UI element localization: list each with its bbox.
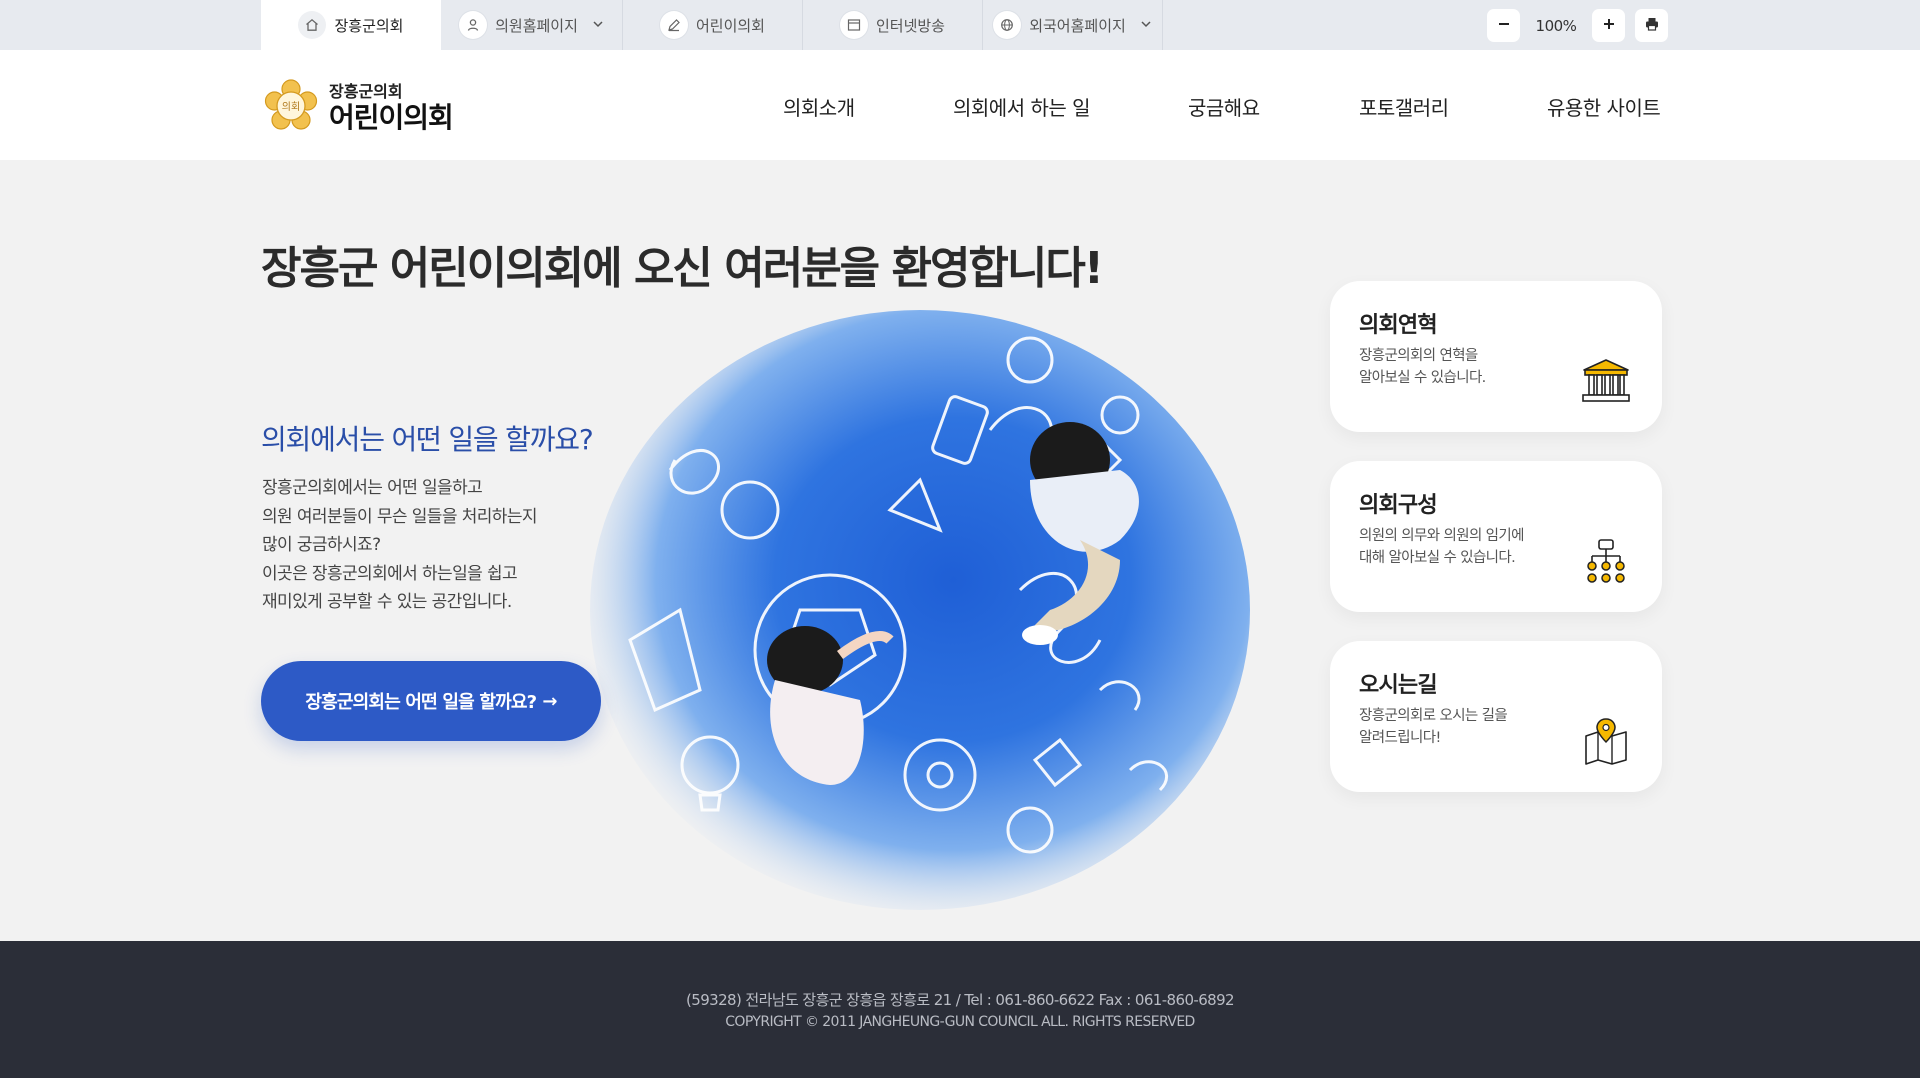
- nav-useful-sites[interactable]: 유용한 사이트: [1547, 92, 1661, 121]
- tab-label: 장흥군의회: [334, 16, 404, 35]
- site-header: 의회 장흥군의회 어린이의회 의회소개 의회에서 하는 일 궁금해요 포토갤러리…: [0, 50, 1920, 160]
- tab-label: 의원홈페이지: [495, 16, 578, 35]
- footer-address: (59328) 전라남도 장흥군 장흥읍 장흥로 21 / Tel : 061-…: [686, 991, 1235, 1009]
- intro-line: 장흥군의회에서는 어떤 일을하고: [262, 478, 483, 498]
- hero-illustration: [560, 310, 1260, 910]
- arrow-right-icon: →: [542, 690, 557, 712]
- intro-line: 재미있게 공부할 수 있는 공간입니다.: [262, 592, 512, 612]
- tab-label: 인터넷방송: [875, 16, 945, 35]
- intro-line: 의원 여러분들이 무슨 일들을 처리하는지: [262, 506, 538, 527]
- nav-council-intro[interactable]: 의회소개: [783, 92, 855, 121]
- tab-foreign-language[interactable]: 외국어홈페이지: [983, 0, 1163, 50]
- nav-photo-gallery[interactable]: 포토갤러리: [1359, 92, 1449, 121]
- globe-icon: [993, 11, 1022, 39]
- site-footer: (59328) 전라남도 장흥군 장흥읍 장흥로 21 / Tel : 061-…: [0, 941, 1920, 1078]
- print-button[interactable]: [1635, 9, 1668, 42]
- utility-bar: 장흥군의회 의원홈페이지 어린이의회 인터넷방송 외국어홈페이지 100%: [0, 0, 1920, 50]
- card-desc-line: 알아보실 수 있습니다.: [1359, 370, 1486, 386]
- card-title: 의회구성: [1359, 493, 1438, 518]
- printer-icon: [1644, 16, 1660, 36]
- nav-faq[interactable]: 궁금해요: [1188, 92, 1260, 121]
- cta-label: 장흥군의회는 어떤 일을 할까요?: [305, 692, 537, 713]
- welcome-heading: 장흥군 어린이의회에 오신 여러분을 환영합니다!: [261, 243, 1104, 294]
- card-directions[interactable]: 오시는길 장흥군의회로 오시는 길을 알려드립니다!: [1330, 641, 1662, 792]
- zoom-level: 100%: [1535, 16, 1577, 35]
- site-tabs: 장흥군의회 의원홈페이지 어린이의회 인터넷방송 외국어홈페이지: [261, 0, 1163, 50]
- tab-children-council[interactable]: 어린이의회: [623, 0, 803, 50]
- card-desc-line: 알려드립니다!: [1359, 730, 1441, 746]
- zoom-controls: 100%: [1487, 9, 1668, 42]
- card-description: 장흥군의회로 오시는 길을 알려드립니다!: [1359, 705, 1508, 749]
- card-council-structure[interactable]: 의회구성 의원의 의무와 의원의 임기에 대해 알아보실 수 있습니다.: [1330, 461, 1662, 612]
- zoom-in-button[interactable]: [1592, 9, 1625, 42]
- footer-copyright: COPYRIGHT © 2011 JANGHEUNG-GUN COUNCIL A…: [725, 1014, 1195, 1030]
- chevron-down-icon: [1140, 16, 1152, 34]
- minus-icon: [1497, 16, 1511, 35]
- tab-council-home[interactable]: 장흥군의회: [261, 0, 441, 50]
- card-description: 의원의 의무와 의원의 임기에 대해 알아보실 수 있습니다.: [1359, 525, 1525, 569]
- intro-description: 장흥군의회에서는 어떤 일을하고 의원 여러분들이 무슨 일들을 처리하는지 많…: [262, 474, 538, 617]
- tab-label: 외국어홈페이지: [1029, 16, 1126, 35]
- intro-title: 의회에서는 어떤 일을 할까요?: [261, 423, 594, 456]
- card-council-history[interactable]: 의회연혁 장흥군의회의 연혁을 알아보실 수 있습니다.: [1330, 281, 1662, 432]
- org-chart-icon: [1580, 536, 1632, 586]
- card-title: 의회연혁: [1359, 313, 1438, 338]
- card-desc-line: 장흥군의회로 오시는 길을: [1359, 708, 1508, 724]
- card-description: 장흥군의회의 연혁을 알아보실 수 있습니다.: [1359, 345, 1486, 389]
- nav-council-work[interactable]: 의회에서 하는 일: [953, 92, 1091, 121]
- tab-member-homepage[interactable]: 의원홈페이지: [441, 0, 623, 50]
- home-icon: [298, 11, 327, 39]
- tab-label: 어린이의회: [695, 16, 765, 35]
- card-desc-line: 대해 알아보실 수 있습니다.: [1359, 550, 1516, 566]
- main-nav: 의회소개 의회에서 하는 일 궁금해요 포토갤러리 유용한 사이트: [0, 50, 1920, 160]
- chevron-down-icon: [592, 16, 604, 34]
- person-icon: [459, 11, 488, 39]
- council-work-cta-button[interactable]: 장흥군의회는 어떤 일을 할까요? →: [261, 661, 601, 741]
- card-desc-line: 의원의 의무와 의원의 임기에: [1359, 528, 1525, 544]
- plus-icon: [1602, 16, 1616, 35]
- browser-window-icon: [839, 11, 868, 39]
- pencil-icon: [659, 11, 688, 39]
- tab-internet-broadcast[interactable]: 인터넷방송: [803, 0, 983, 50]
- zoom-out-button[interactable]: [1487, 9, 1520, 42]
- intro-line: 많이 궁금하시죠?: [262, 535, 381, 555]
- intro-line: 이곳은 장흥군의회에서 하는일을 쉽고: [262, 563, 518, 584]
- building-icon: [1580, 356, 1632, 406]
- map-pin-icon: [1580, 716, 1632, 766]
- card-desc-line: 장흥군의회의 연혁을: [1359, 348, 1478, 364]
- card-title: 오시는길: [1359, 673, 1438, 698]
